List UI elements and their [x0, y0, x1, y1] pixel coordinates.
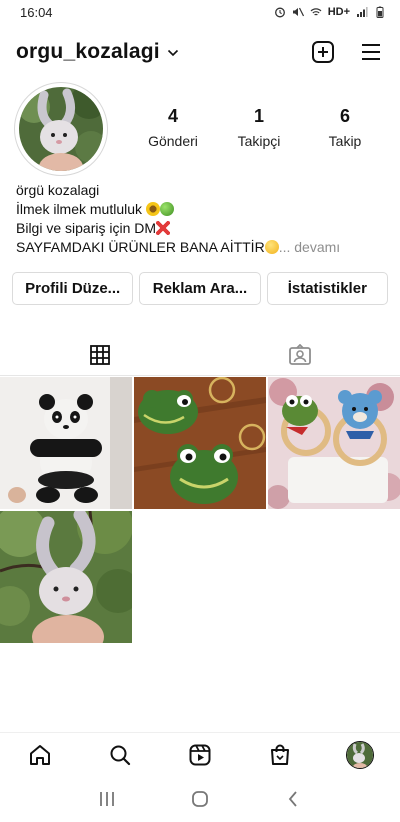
profile-stats: 4 Gönderi 1 Takipçi 6 Takip	[130, 106, 388, 149]
bio-line-3-text: SAYFAMDAKI ÜRÜNLER BANA AİTTİR	[16, 239, 265, 255]
bio-line-2: Bilgi ve sipariş için DM	[16, 219, 386, 238]
recents-icon	[99, 792, 114, 806]
wifi-icon	[310, 8, 322, 16]
home-button[interactable]	[180, 781, 220, 817]
shop-icon	[271, 744, 289, 765]
post-thumbnail-rattles[interactable]	[268, 377, 400, 509]
alarm-icon	[274, 7, 285, 18]
post-thumbnail-bunny[interactable]	[0, 511, 132, 643]
status-icons: HD+	[274, 6, 386, 18]
stat-posts-value: 4	[167, 106, 178, 126]
bio-name: örgü kozalagi	[16, 182, 100, 198]
back-button[interactable]	[273, 781, 313, 817]
home-icon	[30, 744, 50, 765]
network-label: HD+	[327, 6, 350, 18]
bottom-navigation	[0, 732, 400, 776]
search-icon	[110, 745, 131, 765]
insights-button[interactable]: İstatistikler	[266, 272, 388, 305]
profile-bio: örgü kozalagi İlmek ilmek mutluluk Bilgi…	[16, 181, 386, 257]
username[interactable]: orgu_kozalagi	[16, 40, 160, 64]
tab-grid[interactable]	[0, 334, 200, 376]
chevron-down-icon[interactable]	[167, 49, 179, 57]
bio-line-1-text: İlmek ilmek mutluluk	[16, 201, 143, 217]
stat-followers[interactable]: 1 Takipçi	[216, 106, 302, 149]
nav-home[interactable]	[18, 735, 62, 775]
bio-line-2-text: Bilgi ve sipariş için DM	[16, 220, 157, 236]
new-post-icon	[312, 41, 334, 63]
tagged-icon	[289, 344, 311, 365]
post-thumbnail-frog-keychains[interactable]	[134, 377, 266, 509]
anger-emoji-icon	[156, 221, 171, 235]
stat-following[interactable]: 6 Takip	[302, 106, 388, 149]
profile-avatar-ring[interactable]	[14, 82, 108, 176]
status-time: 16:04	[20, 4, 53, 20]
recents-button[interactable]	[87, 781, 127, 817]
nav-search[interactable]	[98, 735, 142, 775]
signal-icon	[357, 7, 368, 17]
nav-reels[interactable]	[178, 735, 222, 775]
grid-icon	[90, 345, 110, 365]
mute-icon	[292, 7, 304, 17]
profile-header: orgu_kozalagi	[0, 30, 400, 74]
home-button-icon	[192, 791, 208, 807]
posts-grid	[0, 377, 400, 643]
profile-actions: Profili Düze... Reklam Ara... İstatistik…	[12, 272, 388, 305]
menu-icon	[362, 44, 380, 60]
profile-tabs	[0, 334, 400, 376]
ad-tools-button[interactable]: Reklam Ara...	[139, 272, 261, 305]
stat-posts-label: Gönderi	[148, 133, 198, 149]
profile-avatar	[346, 740, 374, 769]
nav-profile[interactable]	[338, 735, 382, 775]
smile-emoji-icon	[264, 240, 279, 254]
tabs-divider	[0, 375, 400, 376]
sunflower-emoji-icon	[145, 202, 160, 216]
tab-tagged[interactable]	[200, 334, 400, 376]
stat-following-value: 6	[339, 106, 350, 126]
post-thumbnail-panda[interactable]	[0, 377, 132, 509]
nav-shop[interactable]	[258, 735, 302, 775]
system-navigation	[0, 776, 400, 822]
stat-followers-value: 1	[253, 106, 264, 126]
stat-followers-label: Takipçi	[237, 133, 281, 149]
ball-emoji-icon	[159, 202, 174, 216]
battery-icon	[376, 6, 384, 18]
profile-avatar	[19, 87, 103, 171]
back-icon	[289, 791, 297, 807]
reels-icon	[189, 744, 211, 765]
stat-posts[interactable]: 4 Gönderi	[130, 106, 216, 149]
status-bar: 16:04 HD+	[0, 0, 400, 24]
bio-line-3: SAYFAMDAKI ÜRÜNLER BANA AİTTİR ... devamı	[16, 238, 386, 257]
new-post-button[interactable]	[310, 39, 336, 65]
stat-following-label: Takip	[328, 133, 362, 149]
edit-profile-button[interactable]: Profili Düze...	[12, 272, 134, 305]
menu-button[interactable]	[358, 39, 384, 65]
bio-line-1: İlmek ilmek mutluluk	[16, 200, 386, 219]
bio-more-link[interactable]: ... devamı	[279, 239, 340, 255]
